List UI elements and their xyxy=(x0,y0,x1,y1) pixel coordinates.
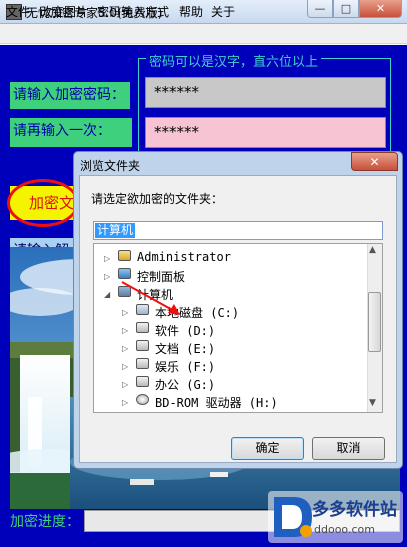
tree-item-drive-e[interactable]: 文档 (E:) xyxy=(155,340,215,357)
scroll-down-icon[interactable]: ▼ xyxy=(369,398,376,408)
minimize-button[interactable]: — xyxy=(307,0,333,18)
cancel-button[interactable]: 取消 xyxy=(312,437,385,460)
expand-arrow-icon[interactable]: ▷ xyxy=(104,254,110,263)
folder-path-value: 计算机 xyxy=(95,223,136,238)
scroll-thumb[interactable] xyxy=(368,292,381,352)
collapse-arrow-icon[interactable]: ◢ xyxy=(104,290,110,299)
annotation-arrow xyxy=(121,281,180,315)
expand-arrow-icon[interactable]: ▷ xyxy=(122,344,128,353)
folder-path-field[interactable] xyxy=(93,221,383,240)
expand-arrow-icon[interactable]: ▷ xyxy=(122,398,128,407)
menu-about[interactable]: 关于 xyxy=(211,3,235,20)
tree-item-drive-f[interactable]: 娱乐 (F:) xyxy=(155,358,215,375)
confirm-password-input[interactable]: ****** xyxy=(145,117,386,148)
cd-drive-icon xyxy=(136,394,149,405)
user-folder-icon xyxy=(118,250,131,261)
expand-arrow-icon[interactable]: ▷ xyxy=(122,380,128,389)
groupbox-caption: 密码可以是汉字，直六位以上 xyxy=(146,51,322,70)
watermark-url: ddooo.com xyxy=(314,523,375,536)
dialog-title: 浏览文件夹 xyxy=(80,159,141,173)
menu-file[interactable]: 文件 xyxy=(6,3,30,20)
password-input[interactable]: ****** xyxy=(145,77,386,108)
scroll-up-icon[interactable]: ▲ xyxy=(369,245,376,255)
close-button[interactable]: ✕ xyxy=(359,0,402,18)
tree-item-drive-g[interactable]: 办公 (G:) xyxy=(155,376,215,393)
expand-arrow-icon[interactable]: ▷ xyxy=(104,272,110,281)
menu-help[interactable]: 帮助 xyxy=(179,3,203,20)
confirm-password-label: 请再输入一次： xyxy=(10,118,132,147)
drive-icon xyxy=(136,322,149,333)
expand-arrow-icon[interactable]: ▷ xyxy=(122,362,128,371)
menu-change-picture[interactable]: 改变图片 xyxy=(40,3,88,20)
maximize-button[interactable]: □ xyxy=(333,0,359,18)
drive-icon xyxy=(136,358,149,369)
progress-label: 加密进度： xyxy=(10,514,80,530)
highlight-ellipse xyxy=(7,179,79,227)
expand-arrow-icon[interactable]: ▷ xyxy=(122,326,128,335)
tree-item-administrator[interactable]: Administrator xyxy=(137,250,231,264)
tree-item-drive-h[interactable]: BD-ROM 驱动器 (H:) xyxy=(155,394,278,411)
menu-bar xyxy=(0,24,407,44)
ok-button[interactable]: 确定 xyxy=(231,437,304,460)
dialog-prompt: 请选定欲加密的文件夹： xyxy=(91,192,224,206)
dialog-close-button[interactable]: ✕ xyxy=(351,152,398,171)
watermark-title: 多多软件站 xyxy=(312,500,397,520)
drive-icon xyxy=(136,376,149,387)
menu-password-input-mode[interactable]: 密码输入方式 xyxy=(97,3,169,20)
drive-icon xyxy=(136,340,149,351)
tree-item-drive-d[interactable]: 软件 (D:) xyxy=(155,322,215,339)
password-label: 请输入加密密码： xyxy=(10,82,130,109)
